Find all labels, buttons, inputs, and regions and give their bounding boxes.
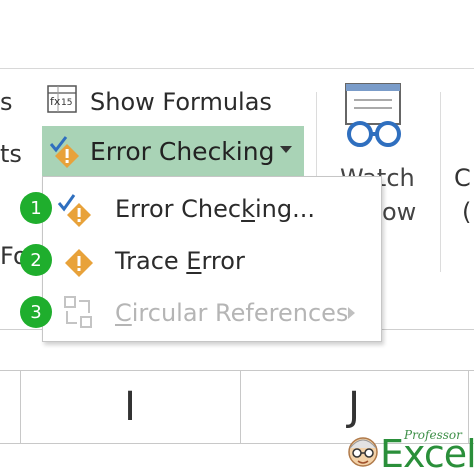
partial-ribbon-text-top: s <box>0 88 13 116</box>
menu-item-trace-error[interactable]: Trace Error <box>43 237 381 285</box>
partial-ribbon-text-c: C <box>454 164 471 192</box>
error-checking-icon <box>48 134 82 168</box>
column-header-i[interactable]: I <box>20 371 240 443</box>
partial-ribbon-text-paren: ( <box>462 198 472 226</box>
trace-error-icon <box>55 243 95 279</box>
partial-ribbon-text-mid: ts <box>0 140 22 168</box>
menu-item-label: Circular References <box>115 299 349 327</box>
ribbon-top-divider <box>0 68 474 69</box>
step-badge-3: 3 <box>20 296 52 328</box>
watch-window-label-line2: ow <box>382 198 417 226</box>
error-checking-icon <box>55 191 95 227</box>
svg-text:fx: fx <box>50 95 61 108</box>
menu-item-label: Trace Error <box>115 247 245 275</box>
menu-item-label: Error Checking... <box>115 195 315 223</box>
error-checking-dropdown: Error Checking... Trace Error Circular R… <box>42 176 382 342</box>
chevron-down-icon[interactable] <box>280 146 292 153</box>
show-formulas-label: Show Formulas <box>90 88 272 116</box>
watch-window-icon <box>344 80 406 154</box>
chevron-right-icon <box>348 307 355 319</box>
show-formulas-icon: fx 15 <box>46 83 80 121</box>
professor-face-icon <box>346 432 380 476</box>
professor-excel-logo: Professor Excel <box>346 424 474 476</box>
show-formulas-button[interactable]: fx 15 Show Formulas <box>46 84 272 120</box>
svg-text:15: 15 <box>61 98 72 108</box>
circular-references-icon <box>55 295 95 331</box>
menu-item-circular-references[interactable]: Circular References <box>43 289 381 337</box>
error-checking-label: Error Checking <box>90 136 275 166</box>
error-checking-button[interactable]: Error Checking <box>42 126 304 176</box>
ribbon-group-divider-right <box>440 92 441 272</box>
step-badge-1: 1 <box>20 192 52 224</box>
logo-big-text: Excel <box>380 432 474 476</box>
menu-item-error-checking[interactable]: Error Checking... <box>43 185 381 233</box>
step-badge-2: 2 <box>20 244 52 276</box>
